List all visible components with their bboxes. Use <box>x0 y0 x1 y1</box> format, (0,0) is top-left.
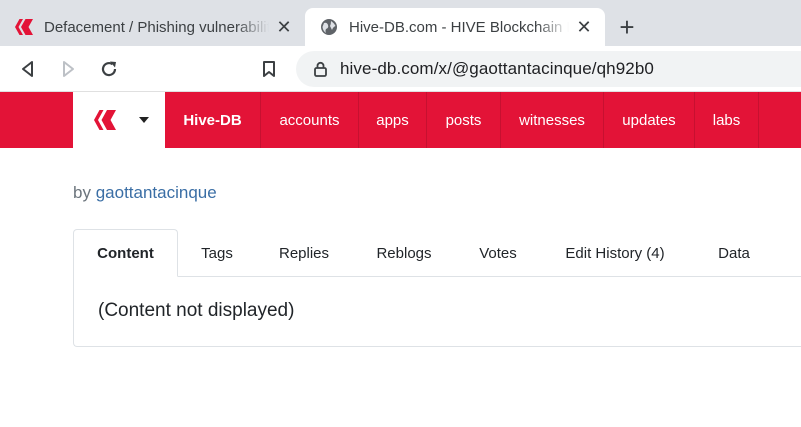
hive-logo-icon <box>14 17 34 37</box>
tab-tags[interactable]: Tags <box>178 229 256 277</box>
byline-prefix: by <box>73 183 91 202</box>
caret-down-icon <box>139 117 149 123</box>
tab-reblogs[interactable]: Reblogs <box>352 229 456 277</box>
content-message: (Content not displayed) <box>98 300 295 321</box>
nav-apps[interactable]: apps <box>359 92 427 148</box>
forward-button[interactable] <box>54 55 82 83</box>
globe-icon <box>319 17 339 37</box>
post-tabs: Content Tags Replies Reblogs Votes Edit … <box>73 229 801 277</box>
address-url: hive-db.com/x/@gaottantacinque/qh92b0 <box>340 59 654 78</box>
content-panel: (Content not displayed) <box>73 276 801 347</box>
bookmark-icon <box>263 61 275 77</box>
post-byline: by gaottantacinque <box>73 183 217 203</box>
brand-dropdown[interactable] <box>73 92 165 148</box>
tab-content[interactable]: Content <box>73 229 178 277</box>
back-arrow-icon <box>22 61 33 77</box>
tab-replies[interactable]: Replies <box>256 229 352 277</box>
lock-icon <box>312 60 328 78</box>
nav-accounts[interactable]: accounts <box>261 92 359 148</box>
author-link[interactable]: gaottantacinque <box>96 183 217 202</box>
reload-icon <box>101 61 117 77</box>
nav-labs[interactable]: labs <box>695 92 759 148</box>
tab-edit-history[interactable]: Edit History (4) <box>540 229 690 277</box>
browser-tab-hive-db[interactable]: Hive-DB.com - HIVE Blockchain Explorer ✕ <box>305 8 605 46</box>
browser-tab-strip: Defacement / Phishing vulnerability ✕ Hi… <box>0 0 801 46</box>
browser-tab-title: Hive-DB.com - HIVE Blockchain Explorer <box>349 18 569 36</box>
reload-button[interactable] <box>95 55 123 83</box>
new-tab-button[interactable]: + <box>612 14 642 42</box>
nav-posts[interactable]: posts <box>427 92 501 148</box>
tab-data[interactable]: Data <box>690 229 778 277</box>
bookmark-button[interactable] <box>255 55 283 83</box>
forward-arrow-icon <box>63 61 74 77</box>
nav-updates[interactable]: updates <box>604 92 695 148</box>
site-navbar: Hive-DB accounts apps posts witnesses up… <box>0 92 801 148</box>
close-tab-icon[interactable]: ✕ <box>275 18 293 36</box>
address-bar[interactable]: hive-db.com/x/@gaottantacinque/qh92b0 <box>296 51 801 87</box>
close-tab-icon[interactable]: ✕ <box>575 18 593 36</box>
browser-toolbar: hive-db.com/x/@gaottantacinque/qh92b0 <box>0 46 801 92</box>
back-button[interactable] <box>14 55 42 83</box>
hive-logo-icon <box>94 110 116 130</box>
browser-tab-title: Defacement / Phishing vulnerability <box>44 18 269 36</box>
tab-votes[interactable]: Votes <box>456 229 540 277</box>
nav-hive-db[interactable]: Hive-DB <box>165 92 261 148</box>
browser-tab-defacement[interactable]: Defacement / Phishing vulnerability ✕ <box>0 8 305 46</box>
nav-witnesses[interactable]: witnesses <box>501 92 604 148</box>
